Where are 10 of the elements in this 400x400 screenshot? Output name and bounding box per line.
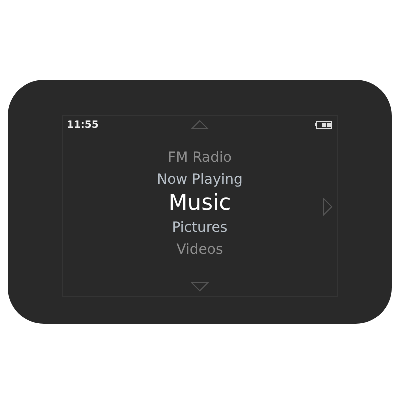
menu-item[interactable]: Music <box>168 191 232 217</box>
menu-item[interactable]: FM Radio <box>168 147 232 169</box>
right-arrow-icon[interactable] <box>323 198 333 216</box>
up-arrow-icon[interactable] <box>191 120 209 130</box>
menu-item[interactable]: Pictures <box>172 217 228 239</box>
menu-item[interactable]: Videos <box>176 239 224 261</box>
menu-item[interactable]: Now Playing <box>157 169 243 191</box>
clock-time: 11:55 <box>67 120 100 130</box>
down-arrow-icon[interactable] <box>191 282 209 292</box>
battery-icon <box>315 121 333 129</box>
